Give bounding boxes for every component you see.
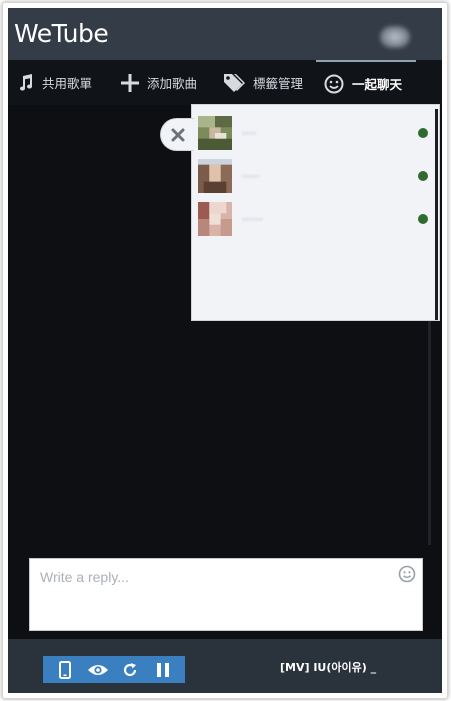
close-icon xyxy=(171,128,184,141)
title-bar: WeTube xyxy=(8,8,442,60)
refresh-icon xyxy=(124,662,137,676)
music-note-icon xyxy=(18,73,34,92)
tab-tag-management[interactable]: 標籤管理 xyxy=(223,60,303,105)
user-avatar-thumb xyxy=(198,116,232,150)
online-users-panel: ···· ····· ······ xyxy=(191,104,440,321)
close-panel-button[interactable] xyxy=(160,118,194,151)
online-user-row[interactable]: ······ xyxy=(198,201,428,237)
player-controls xyxy=(43,656,185,683)
reply-box xyxy=(29,558,423,631)
now-playing-title[interactable]: [MV] IU(아이유) _ xyxy=(280,659,376,675)
online-status-dot xyxy=(418,171,428,181)
window-frame: WeTube 共用歌單 添加歌曲 標籤管理 一起聊天 ···· ····· ··… xyxy=(2,2,448,699)
tag-icon xyxy=(223,73,245,93)
smiley-icon xyxy=(324,74,344,94)
tab-label: 添加歌曲 xyxy=(147,76,198,91)
tab-add-song[interactable]: 添加歌曲 xyxy=(121,60,197,105)
online-status-dot xyxy=(418,214,428,224)
online-status-dot xyxy=(418,128,428,138)
nav-bar: 共用歌單 添加歌曲 標籤管理 一起聊天 xyxy=(8,60,442,105)
tab-shared-playlist[interactable]: 共用歌單 xyxy=(18,60,92,105)
user-name: ······ xyxy=(242,212,263,226)
user-name: ···· xyxy=(242,126,256,140)
user-avatar-thumb xyxy=(198,159,232,193)
user-avatar[interactable] xyxy=(380,26,410,48)
tab-chat-together[interactable]: 一起聊天 xyxy=(316,60,416,105)
reply-input[interactable] xyxy=(40,567,380,587)
user-name: ····· xyxy=(242,169,260,183)
tab-label: 共用歌單 xyxy=(42,76,93,91)
user-avatar-thumb xyxy=(198,202,232,236)
chat-scrollbar[interactable] xyxy=(428,308,431,545)
app-container: WeTube 共用歌單 添加歌曲 標籤管理 一起聊天 ···· ····· ··… xyxy=(8,8,442,693)
app-title: WeTube xyxy=(14,19,109,48)
pause-icon xyxy=(156,662,169,677)
plus-icon xyxy=(121,73,139,92)
tab-label: 一起聊天 xyxy=(352,77,403,92)
mobile-view-button[interactable] xyxy=(52,658,78,682)
online-panel-scrollbar[interactable] xyxy=(435,109,438,320)
player-bar: [MV] IU(아이유) _ xyxy=(8,639,442,693)
online-user-row[interactable]: ···· xyxy=(198,115,428,151)
emoji-button[interactable] xyxy=(398,565,416,587)
view-toggle-button[interactable] xyxy=(85,658,111,682)
smiley-icon xyxy=(398,565,416,583)
pause-button[interactable] xyxy=(150,658,176,682)
online-user-row[interactable]: ····· xyxy=(198,158,428,194)
eye-icon xyxy=(87,664,108,675)
tab-label: 標籤管理 xyxy=(253,76,304,91)
refresh-button[interactable] xyxy=(117,658,143,682)
mobile-icon xyxy=(59,660,72,679)
